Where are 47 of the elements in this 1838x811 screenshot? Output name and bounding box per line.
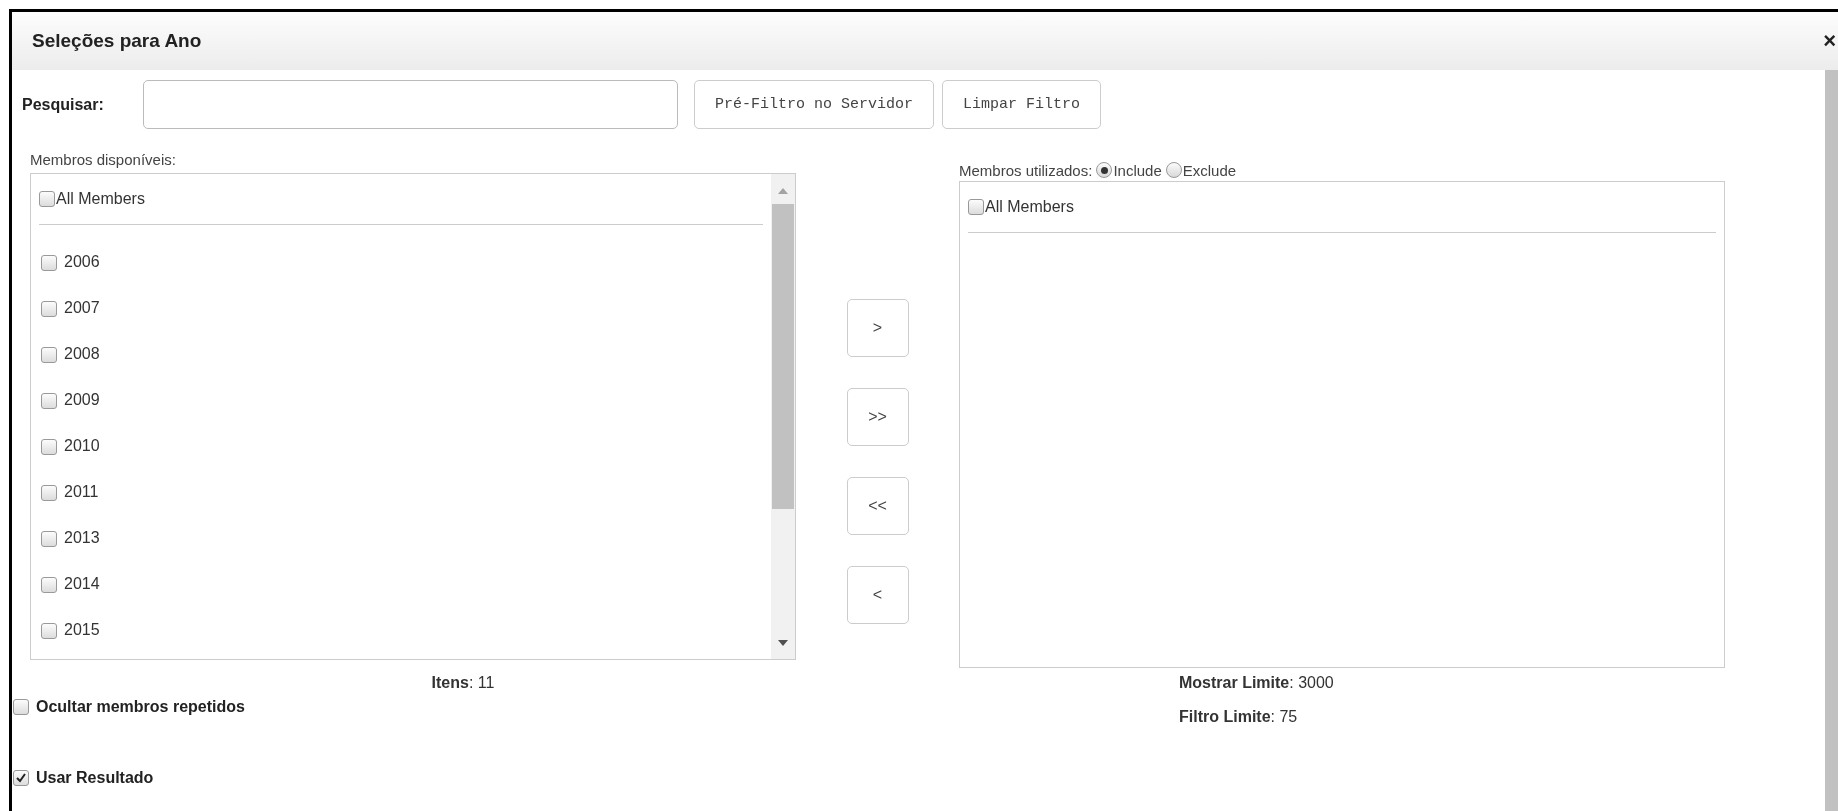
member-label: 2010 [64,437,100,455]
member-label: 2006 [64,253,100,271]
radio-button[interactable] [1165,162,1182,178]
transfer-button[interactable]: < [846,566,909,624]
dialog-title: Seleções para Ano [32,30,202,52]
checkbox[interactable] [41,623,57,639]
checkbox[interactable] [13,770,29,786]
radio-label: Exclude [1182,161,1237,179]
search-field[interactable] [143,80,678,129]
member-label: 2015 [64,621,100,639]
list-label: Membros disponíveis: [30,151,177,170]
member-label: 2009 [64,391,100,409]
member-label: 2008 [64,345,100,363]
page-scrollbar[interactable] [1825,70,1838,811]
checkbox[interactable] [41,347,57,363]
close-button[interactable]: × [1823,28,1838,54]
option-label: Ocultar membros repetidos [36,698,245,716]
radio-label: Include [1113,161,1162,179]
member-label: All Members [985,198,1074,216]
limit-text: Mostrar Limite: 3000 [1178,674,1335,692]
filter-button[interactable]: Pré-Filtro no Servidor [694,80,935,129]
list-label: Membros utilizados: [959,161,1093,179]
radio-button[interactable] [1096,162,1113,178]
checkbox[interactable] [41,485,57,501]
checkbox[interactable] [41,301,57,317]
items-count: Itens: 11 [431,674,495,692]
member-label: 2007 [64,299,100,317]
checkbox[interactable] [41,577,57,593]
checkbox[interactable] [13,699,29,715]
transfer-button[interactable]: >> [846,388,909,446]
checkbox[interactable] [41,439,57,455]
member-label: 2011 [64,483,99,501]
checkbox[interactable] [41,255,57,271]
checkbox[interactable] [41,531,57,547]
transfer-button[interactable]: << [846,477,909,535]
checkbox[interactable] [41,393,57,409]
filter-button[interactable]: Limpar Filtro [942,80,1102,129]
transfer-button[interactable]: > [846,299,909,357]
search-label: Pesquisar: [22,95,105,114]
checkbox[interactable] [39,191,55,207]
member-label: 2014 [64,575,100,593]
member-label: All Members [56,190,145,208]
limit-text: Filtro Limite: 75 [1178,708,1299,726]
scrollbar[interactable] [771,174,795,659]
member-label: 2013 [64,529,100,547]
option-label: Usar Resultado [36,769,154,787]
checkbox[interactable] [968,199,984,215]
